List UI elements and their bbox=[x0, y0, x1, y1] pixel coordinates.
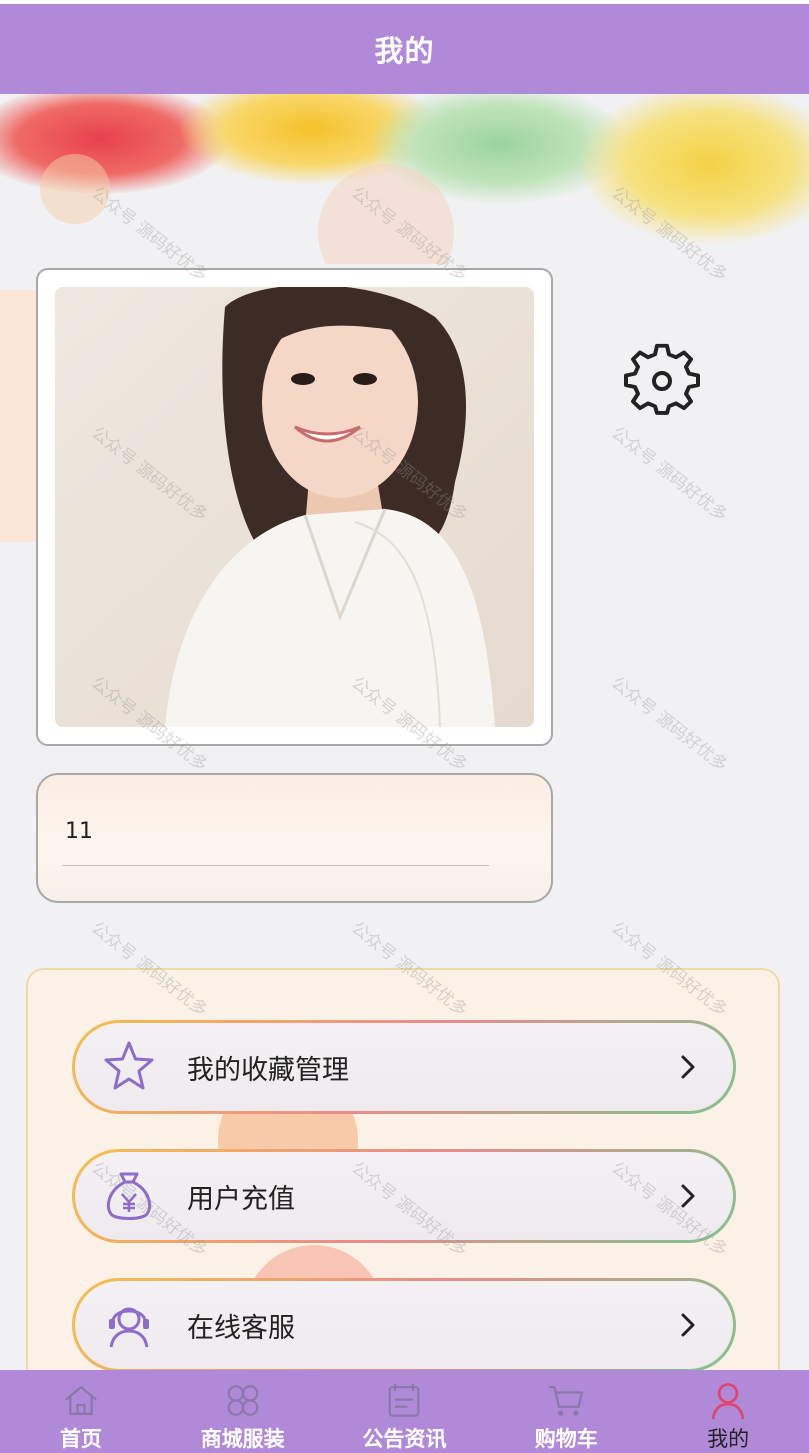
portrait-illustration bbox=[55, 287, 534, 727]
star-icon bbox=[104, 1041, 154, 1090]
tab-shop-clothing[interactable]: 商城服装 bbox=[162, 1370, 324, 1453]
chevron-right-icon bbox=[681, 1055, 695, 1079]
headset-icon bbox=[109, 1307, 149, 1348]
watercolor-banner bbox=[0, 94, 809, 264]
bottom-tab-bar: 首页 商城服装 公告资讯 购物车 我的 bbox=[0, 1370, 809, 1453]
username-divider bbox=[62, 865, 489, 866]
page-title: 我的 bbox=[374, 34, 435, 68]
chevron-right-icon bbox=[681, 1184, 695, 1208]
menu-item-label: 用户充值 bbox=[187, 1183, 295, 1215]
watermark: 公众号 源码好优多 bbox=[607, 673, 732, 776]
settings-button[interactable] bbox=[624, 343, 700, 419]
tab-announcements[interactable]: 公告资讯 bbox=[324, 1370, 486, 1453]
cart-icon bbox=[549, 1386, 584, 1416]
avatar-photo bbox=[55, 287, 534, 727]
tab-label: 首页 bbox=[59, 1427, 102, 1451]
tab-label: 我的 bbox=[707, 1427, 750, 1451]
menu-item-label: 在线客服 bbox=[187, 1312, 295, 1344]
tab-label: 商城服装 bbox=[200, 1427, 285, 1451]
grid-icon bbox=[227, 1385, 259, 1416]
user-icon bbox=[711, 1383, 745, 1420]
home-icon bbox=[65, 1386, 97, 1415]
username-text: 11 bbox=[65, 819, 93, 844]
header-bar: 我的 bbox=[0, 0, 809, 94]
username-card: 11 bbox=[36, 773, 553, 903]
news-icon bbox=[389, 1383, 420, 1417]
tab-cart[interactable]: 购物车 bbox=[485, 1370, 647, 1453]
tab-mine[interactable]: 我的 bbox=[647, 1370, 809, 1453]
chevron-right-icon bbox=[681, 1313, 695, 1337]
menu-item-favorites[interactable]: 我的收藏管理 bbox=[72, 1020, 736, 1114]
menu-item-customer-service[interactable]: 在线客服 bbox=[72, 1278, 736, 1372]
tab-home[interactable]: 首页 bbox=[0, 1370, 162, 1453]
menu-panel: 我的收藏管理 用户充值 在线客服 bbox=[26, 968, 780, 1388]
watermark: 公众号 源码好优多 bbox=[607, 423, 732, 526]
menu-item-label: 我的收藏管理 bbox=[187, 1054, 349, 1086]
left-pastel-strip bbox=[0, 290, 36, 542]
money-bag-icon bbox=[106, 1172, 152, 1220]
tab-label: 公告资讯 bbox=[362, 1427, 447, 1451]
gear-icon bbox=[624, 343, 700, 415]
avatar-card[interactable] bbox=[36, 268, 553, 746]
tab-label: 购物车 bbox=[534, 1427, 598, 1451]
menu-item-recharge[interactable]: 用户充值 bbox=[72, 1149, 736, 1243]
